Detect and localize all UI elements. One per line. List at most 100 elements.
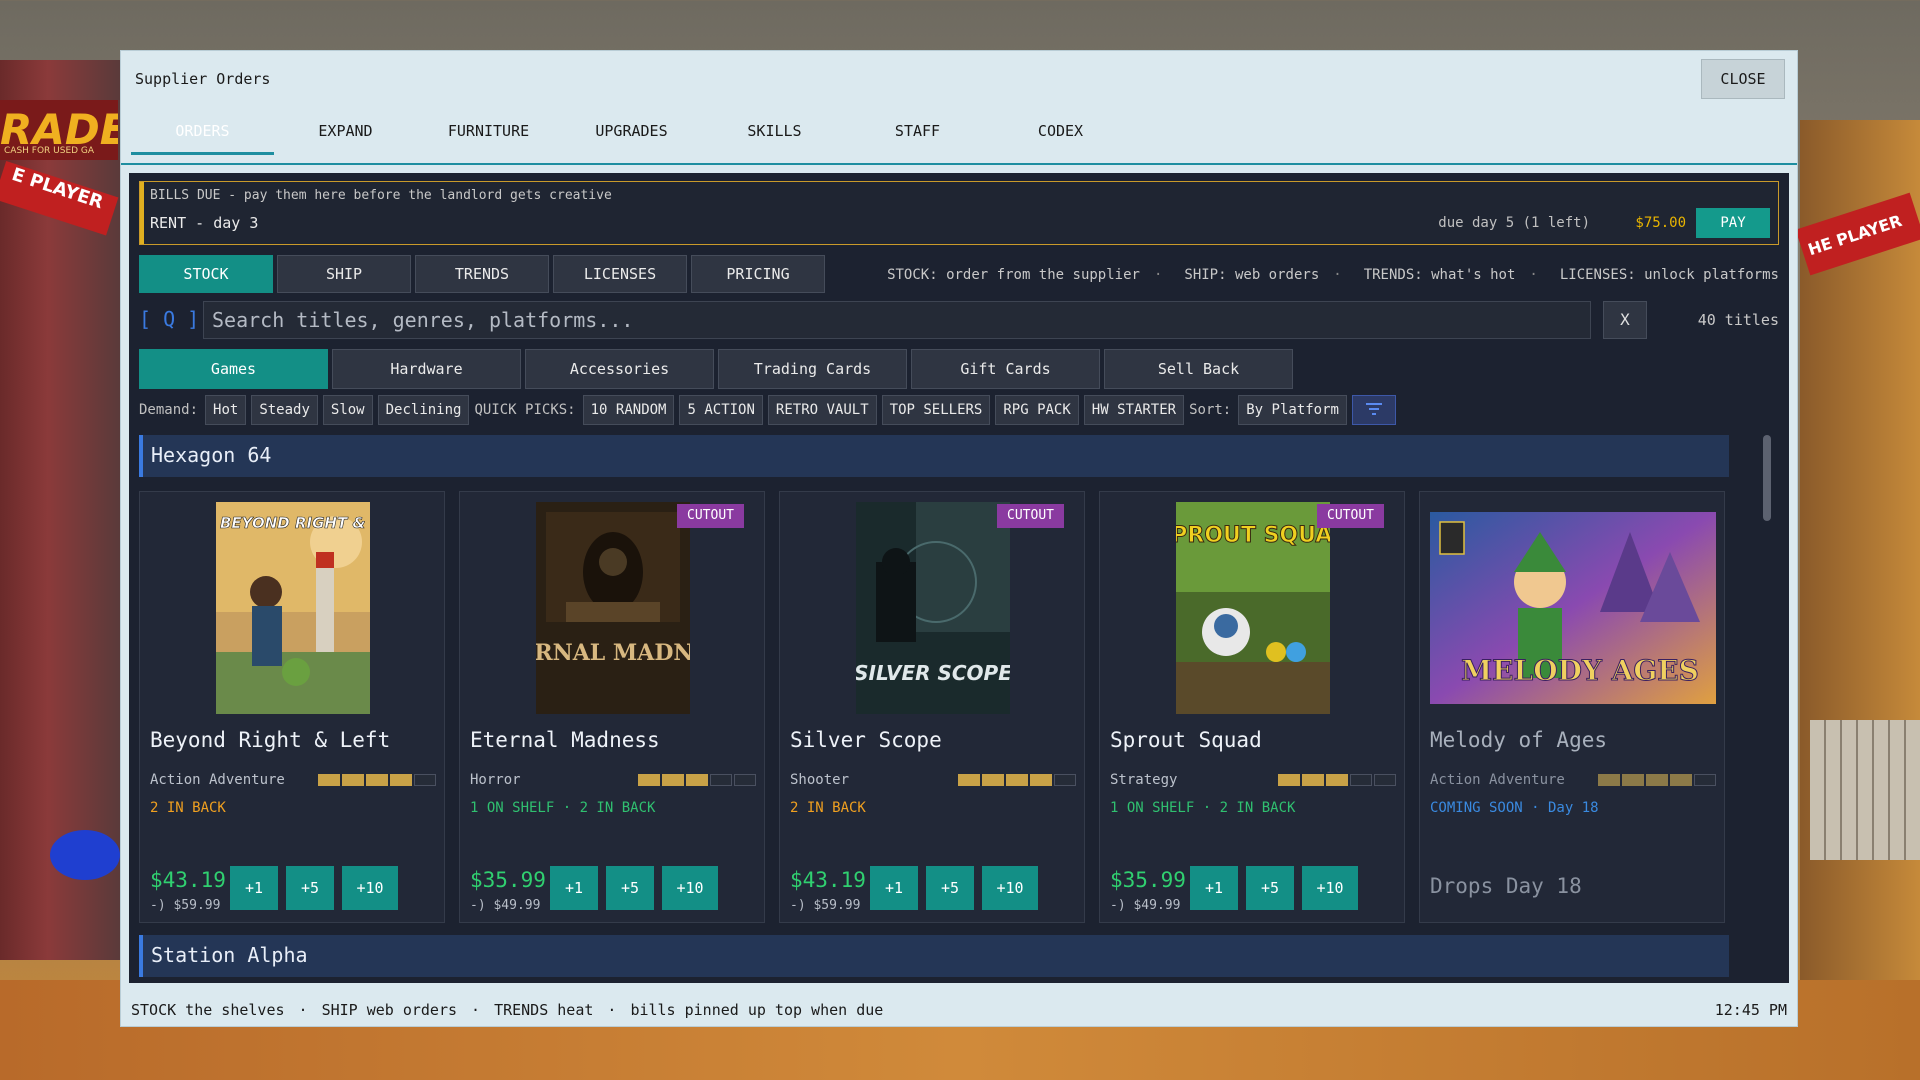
bills-accent (140, 182, 144, 244)
tab-skills[interactable]: SKILLS (703, 109, 846, 155)
drops-day: Drops Day 18 (1430, 874, 1582, 898)
search-icon: [ Q ] (139, 307, 200, 331)
background-store-sign: RADE CASH FOR USED GA (0, 100, 118, 160)
add-1-button[interactable]: +1 (870, 866, 918, 910)
hint-trends: TRENDS: what's hot (1363, 267, 1516, 283)
clear-search-button[interactable]: X (1603, 301, 1647, 339)
quick-hw-starter[interactable]: HW STARTER (1083, 395, 1185, 425)
tab-furniture[interactable]: FURNITURE (417, 109, 560, 155)
category-hardware[interactable]: Hardware (332, 349, 521, 389)
tab-upgrades[interactable]: UPGRADES (560, 109, 703, 155)
game-card: SILVER SCOPE CUTOUT Silver Scope Shooter… (779, 491, 1085, 923)
demand-meter (318, 774, 436, 786)
demand-label: Demand: (139, 402, 199, 418)
filter-icon[interactable] (1351, 395, 1396, 425)
window-title: Supplier Orders (135, 70, 271, 88)
demand-meter (1278, 774, 1396, 786)
game-genre: Horror (470, 772, 521, 788)
category-accessories[interactable]: Accessories (525, 349, 714, 389)
clock: 12:45 PM (1714, 1001, 1787, 1019)
background-keyboard (1810, 720, 1920, 860)
add-1-button[interactable]: +1 (550, 866, 598, 910)
quick-5-action[interactable]: 5 ACTION (679, 395, 763, 425)
stock-status: 1 ON SHELF · 2 IN BACK (1110, 800, 1296, 816)
buy-price: $43.19 (790, 868, 866, 892)
svg-text:SPROUT SQUAD: SPROUT SQUAD (1176, 523, 1330, 548)
sort-select[interactable]: By Platform (1238, 395, 1347, 425)
stock-status: 1 ON SHELF · 2 IN BACK (470, 800, 656, 816)
game-genre: Shooter (790, 772, 850, 788)
bill-amount: $75.00 (1635, 215, 1686, 231)
add-10-button[interactable]: +10 (342, 866, 398, 910)
sort-label: Sort: (1189, 402, 1232, 418)
subtab-ship[interactable]: SHIP (277, 255, 411, 293)
filter-row: Demand: Hot Steady Slow Declining QUICK … (139, 395, 1396, 425)
quick-10-random[interactable]: 10 RANDOM (582, 395, 675, 425)
bill-label: RENT - day 3 (150, 214, 259, 232)
subtab-trends[interactable]: TRENDS (415, 255, 549, 293)
tab-expand[interactable]: EXPAND (274, 109, 417, 155)
add-10-button[interactable]: +10 (662, 866, 718, 910)
game-title: Melody of Ages (1430, 728, 1608, 752)
buy-price: $35.99 (470, 868, 546, 892)
sell-price: -) $49.99 (470, 898, 541, 913)
add-5-button[interactable]: +5 (926, 866, 974, 910)
game-genre: Action Adventure (1430, 772, 1565, 788)
subtab-licenses[interactable]: LICENSES (553, 255, 687, 293)
demand-meter (1598, 774, 1716, 786)
stock-status: 2 IN BACK (790, 800, 866, 816)
quick-retro-vault[interactable]: RETRO VAULT (767, 395, 877, 425)
subtab-pricing[interactable]: PRICING (691, 255, 825, 293)
demand-steady[interactable]: Steady (251, 395, 318, 425)
add-5-button[interactable]: +5 (606, 866, 654, 910)
sub-tab-hints: STOCK: order from the supplier · SHIP: web… (887, 267, 1779, 283)
tab-codex[interactable]: CODEX (989, 109, 1132, 155)
game-title: Eternal Madness (470, 728, 660, 752)
close-button[interactable]: CLOSE (1701, 59, 1785, 99)
category-games[interactable]: Games (139, 349, 328, 389)
quick-rpg-pack[interactable]: RPG PACK (995, 395, 1079, 425)
demand-slow[interactable]: Slow (322, 395, 373, 425)
search-input[interactable] (203, 301, 1591, 339)
status-bar: STOCK the shelves · SHIP web orders · TRENDS… (121, 991, 1797, 1027)
sell-price: -) $59.99 (790, 898, 861, 913)
add-5-button[interactable]: +5 (286, 866, 334, 910)
catalog-scroll-area[interactable]: Hexagon 64 BEYOND RIGHT & Beyond Right &… (139, 435, 1779, 983)
platform-header: Station Alpha (139, 935, 1729, 977)
pay-button[interactable]: PAY (1696, 208, 1770, 238)
demand-hot[interactable]: Hot (205, 395, 247, 425)
bill-due-date: due day 5 (1 left) (1438, 215, 1590, 231)
tab-orders[interactable]: ORDERS (131, 109, 274, 155)
supplier-orders-window: Supplier Orders CLOSE ORDERS EXPAND FURN… (120, 50, 1798, 1027)
hint-ship: SHIP: web orders (1184, 267, 1320, 283)
category-gift-cards[interactable]: Gift Cards (911, 349, 1100, 389)
svg-text:BEYOND RIGHT & LEFT: BEYOND RIGHT & LEFT (220, 514, 370, 532)
search-row: [ Q ] X 40 titles (139, 301, 1779, 341)
platform-header: Hexagon 64 (139, 435, 1729, 477)
status-hints: STOCK the shelves · SHIP web orders · TRENDS… (131, 1001, 884, 1019)
cover-art: SILVER SCOPE (856, 502, 1010, 714)
status-bills: bills pinned up top when due (630, 1001, 884, 1019)
add-10-button[interactable]: +10 (982, 866, 1038, 910)
add-10-button[interactable]: +10 (1302, 866, 1358, 910)
buy-price: $43.19 (150, 868, 226, 892)
cutout-badge: CUTOUT (677, 504, 744, 528)
game-title: Beyond Right & Left (150, 728, 391, 752)
demand-meter (638, 774, 756, 786)
demand-declining[interactable]: Declining (377, 395, 470, 425)
quick-top-sellers[interactable]: TOP SELLERS (881, 395, 991, 425)
category-trading-cards[interactable]: Trading Cards (718, 349, 907, 389)
hint-stock: STOCK: order from the supplier (887, 267, 1140, 283)
scrollbar-thumb[interactable] (1763, 435, 1771, 521)
buy-price: $35.99 (1110, 868, 1186, 892)
subtab-stock[interactable]: STOCK (139, 255, 273, 293)
add-5-button[interactable]: +5 (1246, 866, 1294, 910)
titlebar: Supplier Orders CLOSE (121, 51, 1797, 107)
add-1-button[interactable]: +1 (1190, 866, 1238, 910)
category-sell-back[interactable]: Sell Back (1104, 349, 1293, 389)
svg-text:MELODY AGES: MELODY AGES (1461, 654, 1699, 687)
add-1-button[interactable]: +1 (230, 866, 278, 910)
cutout-badge: CUTOUT (997, 504, 1064, 528)
tab-staff[interactable]: STAFF (846, 109, 989, 155)
hint-licenses: LICENSES: unlock platforms (1559, 267, 1779, 283)
